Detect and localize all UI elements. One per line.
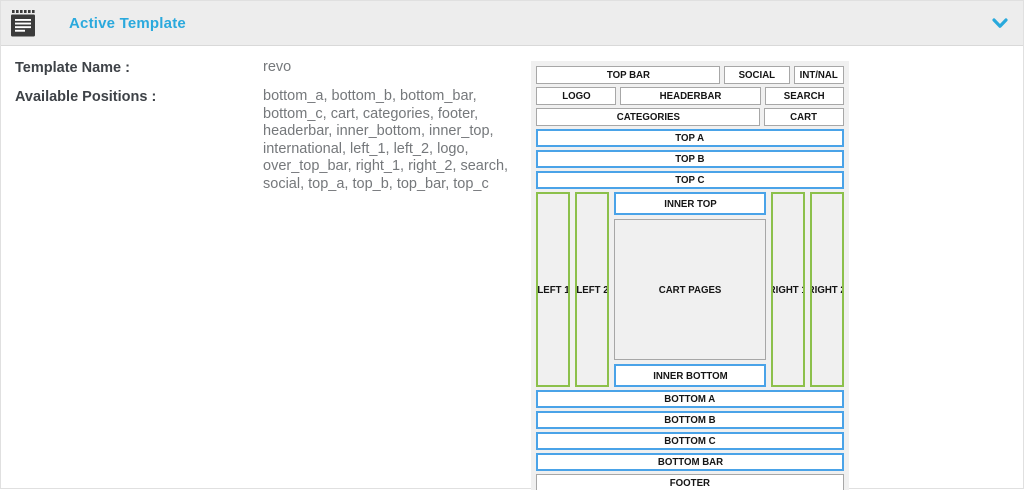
position-bottom-bar: BOTTOM BAR: [536, 453, 844, 471]
diagram-row-categories: CATEGORIES CART: [536, 108, 844, 126]
position-top-a: TOP A: [536, 129, 844, 147]
position-top-bar: TOP BAR: [536, 66, 720, 84]
available-positions-value: bottom_a, bottom_b, bottom_bar, bottom_c…: [263, 88, 518, 193]
diagram-row-bottom-c: BOTTOM C: [536, 432, 844, 450]
position-right-1: RIGHT 1: [771, 192, 805, 387]
position-bottom-a: BOTTOM A: [536, 390, 844, 408]
diagram-center-column: INNER TOP CART PAGES INNER BOTTOM: [614, 192, 766, 387]
position-search: SEARCH: [765, 87, 844, 105]
diagram-row-topbar: TOP BAR SOCIAL INT/NAL: [536, 66, 844, 84]
position-right-2: RIGHT 2: [810, 192, 844, 387]
template-info: Template Name : revo Available Positions…: [15, 59, 520, 204]
position-cart: CART: [764, 108, 844, 126]
diagram-row-header: LOGO HEADERBAR SEARCH: [536, 87, 844, 105]
position-top-c: TOP C: [536, 171, 844, 189]
position-left-2: LEFT 2: [575, 192, 609, 387]
position-left-1: LEFT 1: [536, 192, 570, 387]
position-logo: LOGO: [536, 87, 616, 105]
template-name-row: Template Name : revo: [15, 59, 520, 77]
position-top-b: TOP B: [536, 150, 844, 168]
position-bottom-c: BOTTOM C: [536, 432, 844, 450]
template-name-label: Template Name :: [15, 59, 263, 77]
template-layout-diagram: TOP BAR SOCIAL INT/NAL LOGO HEADERBAR SE…: [531, 61, 849, 490]
panel-title: Active Template: [69, 15, 186, 32]
position-social: SOCIAL: [724, 66, 790, 84]
diagram-row-bottom-b: BOTTOM B: [536, 411, 844, 429]
position-headerbar: HEADERBAR: [620, 87, 761, 105]
diagram-row-footer: FOOTER: [536, 474, 844, 490]
diagram-middle-section: LEFT 1 LEFT 2 INNER TOP CART PAGES INNER…: [536, 192, 844, 387]
position-footer: FOOTER: [536, 474, 844, 490]
position-inner-bottom: INNER BOTTOM: [614, 364, 766, 387]
position-inner-top: INNER TOP: [614, 192, 766, 215]
notepad-icon: [11, 10, 35, 38]
active-template-panel: Active Template Template Name : revo Ava…: [0, 0, 1024, 489]
template-name-value: revo: [263, 59, 518, 77]
diagram-row-top-a: TOP A: [536, 129, 844, 147]
position-bottom-b: BOTTOM B: [536, 411, 844, 429]
diagram-row-bottom-bar: BOTTOM BAR: [536, 453, 844, 471]
chevron-down-icon[interactable]: [992, 18, 1008, 29]
diagram-row-bottom-a: BOTTOM A: [536, 390, 844, 408]
available-positions-row: Available Positions : bottom_a, bottom_b…: [15, 88, 520, 193]
diagram-row-top-c: TOP C: [536, 171, 844, 189]
position-cart-pages: CART PAGES: [614, 219, 766, 360]
position-international: INT/NAL: [794, 66, 844, 84]
available-positions-label: Available Positions :: [15, 88, 263, 193]
position-categories: CATEGORIES: [536, 108, 760, 126]
panel-header: Active Template: [1, 1, 1023, 46]
diagram-row-top-b: TOP B: [536, 150, 844, 168]
